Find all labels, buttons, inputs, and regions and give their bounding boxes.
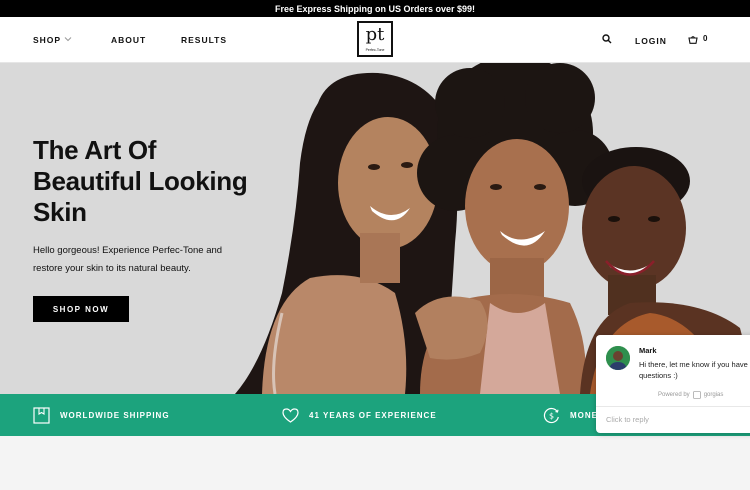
benefit-experience: 41 YEARS OF EXPERIENCE: [282, 394, 437, 436]
chat-widget[interactable]: Mark Hi there, let me know if you have q…: [596, 335, 750, 433]
cart-icon[interactable]: [688, 35, 698, 44]
svg-text:$: $: [549, 411, 554, 420]
powered-by-brand: gorgias: [703, 392, 724, 398]
shop-now-button[interactable]: SHOP NOW: [33, 296, 129, 322]
benefit-money-back: $ MONE: [543, 394, 598, 436]
benefit-label: WORLDWIDE SHIPPING: [60, 410, 170, 420]
page-bottom-area: [0, 436, 750, 490]
nav-results[interactable]: RESULTS: [181, 35, 227, 45]
announcement-bar: Free Express Shipping on US Orders over …: [0, 0, 750, 17]
login-link[interactable]: LOGIN: [635, 36, 667, 46]
powered-by-text: Powered by: [658, 392, 690, 398]
hero-subtitle: Hello gorgeous! Experience Perfec-Tone a…: [33, 245, 223, 274]
search-icon[interactable]: [602, 34, 612, 44]
chevron-down-icon[interactable]: [64, 35, 72, 43]
benefit-label: MONE: [570, 410, 598, 420]
site-header: SHOP ABOUT RESULTS pt Perfec-Tone LOGIN …: [0, 17, 750, 63]
benefit-worldwide-shipping: WORLDWIDE SHIPPING: [33, 394, 170, 436]
benefit-label: 41 YEARS OF EXPERIENCE: [309, 410, 437, 420]
heart-icon: [282, 407, 299, 423]
brand-logo[interactable]: pt Perfec-Tone: [357, 21, 393, 57]
nav-about[interactable]: ABOUT: [111, 35, 146, 45]
gorgias-logo-icon: [692, 391, 701, 399]
logo-mark: pt: [365, 24, 385, 45]
chat-divider: [596, 406, 750, 407]
money-icon: $: [543, 407, 559, 423]
agent-avatar-image: [606, 346, 630, 370]
cart-count[interactable]: 0: [703, 34, 707, 43]
announcement-text: Free Express Shipping on US Orders over …: [274, 3, 476, 14]
chat-message: Hi there, let me know if you have questi…: [639, 360, 748, 380]
hero-title: The Art Of Beautiful Looking Skin: [33, 135, 248, 227]
nav-shop[interactable]: SHOP: [33, 35, 61, 45]
chat-powered-by: Powered by gorgias: [658, 391, 723, 399]
agent-avatar: [606, 346, 630, 370]
logo-subtext: Perfec-Tone: [365, 48, 385, 52]
chat-reply-input[interactable]: Click to reply: [606, 415, 649, 424]
agent-name: Mark: [639, 346, 657, 355]
box-icon: [33, 406, 50, 424]
